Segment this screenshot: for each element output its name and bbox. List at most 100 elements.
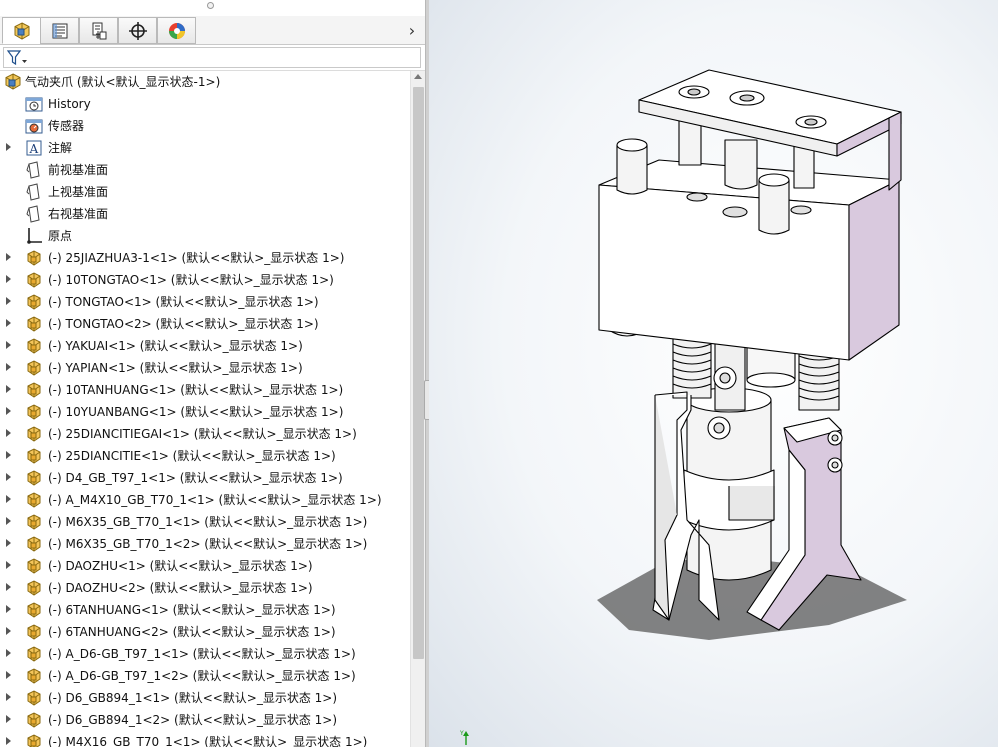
- tree-item-component[interactable]: (-) TONGTAO<1> (默认<<默认>_显示状态 1>): [0, 291, 410, 313]
- tree-item-label: (-) A_M4X10_GB_T70_1<1> (默认<<默认>_显示状态 1>…: [48, 493, 382, 507]
- expand-arrow-icon[interactable]: [6, 737, 11, 745]
- grip-dot[interactable]: [207, 2, 214, 9]
- tree-item-label: 传感器: [48, 119, 85, 133]
- filter-bar: [0, 45, 425, 71]
- expand-arrow-icon[interactable]: [6, 671, 11, 679]
- tree-item-fixed[interactable]: A 注解: [0, 137, 410, 159]
- tab-property-manager[interactable]: [40, 17, 79, 44]
- part-component-icon: [25, 513, 43, 531]
- tree-scrollbar[interactable]: [410, 71, 425, 747]
- tab-feature-manager[interactable]: [2, 17, 41, 44]
- part-component-icon: [25, 535, 43, 553]
- tree-item-component[interactable]: (-) DAOZHU<2> (默认<<默认>_显示状态 1>): [0, 577, 410, 599]
- tree-root-assembly[interactable]: 气动夹爪 (默认<默认_显示状态-1>): [0, 71, 410, 93]
- tree-item-component[interactable]: (-) D4_GB_T97_1<1> (默认<<默认>_显示状态 1>): [0, 467, 410, 489]
- annotations-icon: A: [25, 139, 43, 157]
- post-front: [758, 179, 790, 235]
- tree-item-component[interactable]: (-) A_M4X10_GB_T70_1<1> (默认<<默认>_显示状态 1>…: [0, 489, 410, 511]
- tree-item-label: 前视基准面: [48, 163, 109, 177]
- tree-item-fixed[interactable]: 原点: [0, 225, 410, 247]
- tree-item-fixed[interactable]: History: [0, 93, 410, 115]
- tree-item-component[interactable]: (-) 25DIANCITIE<1> (默认<<默认>_显示状态 1>): [0, 445, 410, 467]
- gripper-3d-model[interactable]: [429, 0, 998, 747]
- expand-arrow-icon[interactable]: [6, 715, 11, 723]
- tree-item-component[interactable]: (-) TONGTAO<2> (默认<<默认>_显示状态 1>): [0, 313, 410, 335]
- plane-icon: [25, 205, 43, 223]
- tree-item-component[interactable]: (-) D6_GB894_1<1> (默认<<默认>_显示状态 1>): [0, 687, 410, 709]
- solidworks-window: › 气动夹爪 (默认<默认_显示状态-1>) History 传感器 A 注解前视基准面…: [0, 0, 998, 747]
- part-component-icon: [25, 579, 43, 597]
- tree-item-component[interactable]: (-) 10YUANBANG<1> (默认<<默认>_显示状态 1>): [0, 401, 410, 423]
- expand-arrow-icon[interactable]: [6, 495, 11, 503]
- scrollbar-thumb[interactable]: [413, 87, 424, 659]
- tree-item-component[interactable]: (-) M6X35_GB_T70_1<1> (默认<<默认>_显示状态 1>): [0, 511, 410, 533]
- tree-item-component[interactable]: (-) 10TONGTAO<1> (默认<<默认>_显示状态 1>): [0, 269, 410, 291]
- part-component-icon: [25, 469, 43, 487]
- tree-item-component[interactable]: (-) D6_GB894_1<2> (默认<<默认>_显示状态 1>): [0, 709, 410, 731]
- configuration-manager-icon: [92, 22, 106, 39]
- part-component-icon: [27, 470, 41, 486]
- part-component-icon: [25, 403, 43, 421]
- expand-arrow-icon[interactable]: [6, 473, 11, 481]
- post-center: [724, 139, 758, 190]
- expand-arrow-icon[interactable]: [6, 407, 11, 415]
- filter-icon[interactable]: [7, 50, 29, 66]
- tree-item-label: (-) YAPIAN<1> (默认<<默认>_显示状态 1>): [48, 361, 303, 375]
- expand-arrow-icon[interactable]: [6, 693, 11, 701]
- tree-item-fixed[interactable]: 右视基准面: [0, 203, 410, 225]
- expand-panel-chevron-icon[interactable]: ›: [405, 19, 419, 41]
- tree-item-fixed[interactable]: 前视基准面: [0, 159, 410, 181]
- expand-arrow-icon[interactable]: [6, 539, 11, 547]
- tree-item-component[interactable]: (-) M4X16_GB_T70_1<1> (默认<<默认>_显示状态 1>): [0, 731, 410, 747]
- expand-arrow-icon[interactable]: [6, 627, 11, 635]
- expand-arrow-icon[interactable]: [6, 561, 11, 569]
- annotations-icon: A: [26, 140, 42, 156]
- expand-arrow-icon[interactable]: [6, 143, 11, 151]
- tree-item-component[interactable]: (-) A_D6-GB_T97_1<2> (默认<<默认>_显示状态 1>): [0, 665, 410, 687]
- tree-item-label: History: [48, 97, 91, 111]
- expand-arrow-icon[interactable]: [6, 605, 11, 613]
- tree-item-component[interactable]: (-) A_D6-GB_T97_1<1> (默认<<默认>_显示状态 1>): [0, 643, 410, 665]
- expand-arrow-icon[interactable]: [6, 253, 11, 261]
- tree-item-component[interactable]: (-) DAOZHU<1> (默认<<默认>_显示状态 1>): [0, 555, 410, 577]
- expand-arrow-icon[interactable]: [6, 385, 11, 393]
- expand-arrow-icon[interactable]: [6, 275, 11, 283]
- tree-item-component[interactable]: (-) 10TANHUANG<1> (默认<<默认>_显示状态 1>): [0, 379, 410, 401]
- expand-arrow-icon[interactable]: [6, 429, 11, 437]
- tree-item-component[interactable]: (-) 6TANHUANG<1> (默认<<默认>_显示状态 1>): [0, 599, 410, 621]
- expand-arrow-icon[interactable]: [6, 517, 11, 525]
- tree-item-component[interactable]: (-) 25DIANCITIEGAI<1> (默认<<默认>_显示状态 1>): [0, 423, 410, 445]
- graphics-viewport[interactable]: Y: [429, 0, 998, 747]
- expand-arrow-icon[interactable]: [6, 451, 11, 459]
- feature-tree: 气动夹爪 (默认<默认_显示状态-1>) History 传感器 A 注解前视基准面上视…: [0, 71, 410, 747]
- tree-item-label: (-) 10TANHUANG<1> (默认<<默认>_显示状态 1>): [48, 383, 344, 397]
- tree-item-label: (-) YAKUAI<1> (默认<<默认>_显示状态 1>): [48, 339, 303, 353]
- tab-dimxpert-manager[interactable]: [118, 17, 157, 44]
- tree-item-component[interactable]: (-) 25JIAZHUA3-1<1> (默认<<默认>_显示状态 1>): [0, 247, 410, 269]
- tree-item-component[interactable]: (-) YAKUAI<1> (默认<<默认>_显示状态 1>): [0, 335, 410, 357]
- part-component-icon: [25, 711, 43, 729]
- tree-item-fixed[interactable]: 传感器: [0, 115, 410, 137]
- tree-item-component[interactable]: (-) 6TANHUANG<2> (默认<<默认>_显示状态 1>): [0, 621, 410, 643]
- part-component-icon: [27, 646, 41, 662]
- assembly-icon: [5, 73, 21, 90]
- tree-item-label: (-) DAOZHU<2> (默认<<默认>_显示状态 1>): [48, 581, 313, 595]
- tree-item-label: (-) D4_GB_T97_1<1> (默认<<默认>_显示状态 1>): [48, 471, 343, 485]
- tree-item-fixed[interactable]: 上视基准面: [0, 181, 410, 203]
- expand-arrow-icon[interactable]: [6, 341, 11, 349]
- expand-arrow-icon[interactable]: [6, 583, 11, 591]
- part-component-icon: [27, 382, 41, 398]
- tab-display-manager[interactable]: [157, 17, 196, 44]
- expand-arrow-icon[interactable]: [6, 319, 11, 327]
- property-manager-icon: [52, 23, 67, 38]
- tree-item-label: (-) M6X35_GB_T70_1<2> (默认<<默认>_显示状态 1>): [48, 537, 368, 551]
- expand-arrow-icon[interactable]: [6, 363, 11, 371]
- tree-item-component[interactable]: (-) M6X35_GB_T70_1<2> (默认<<默认>_显示状态 1>): [0, 533, 410, 555]
- expand-arrow-icon[interactable]: [6, 297, 11, 305]
- tree-filter-input[interactable]: [3, 47, 421, 68]
- expand-arrow-icon[interactable]: [6, 649, 11, 657]
- tab-configuration-manager[interactable]: [79, 17, 118, 44]
- tree-item-component[interactable]: (-) YAPIAN<1> (默认<<默认>_显示状态 1>): [0, 357, 410, 379]
- panel-grip[interactable]: [0, 0, 425, 14]
- scroll-up-arrow-icon[interactable]: [414, 74, 422, 79]
